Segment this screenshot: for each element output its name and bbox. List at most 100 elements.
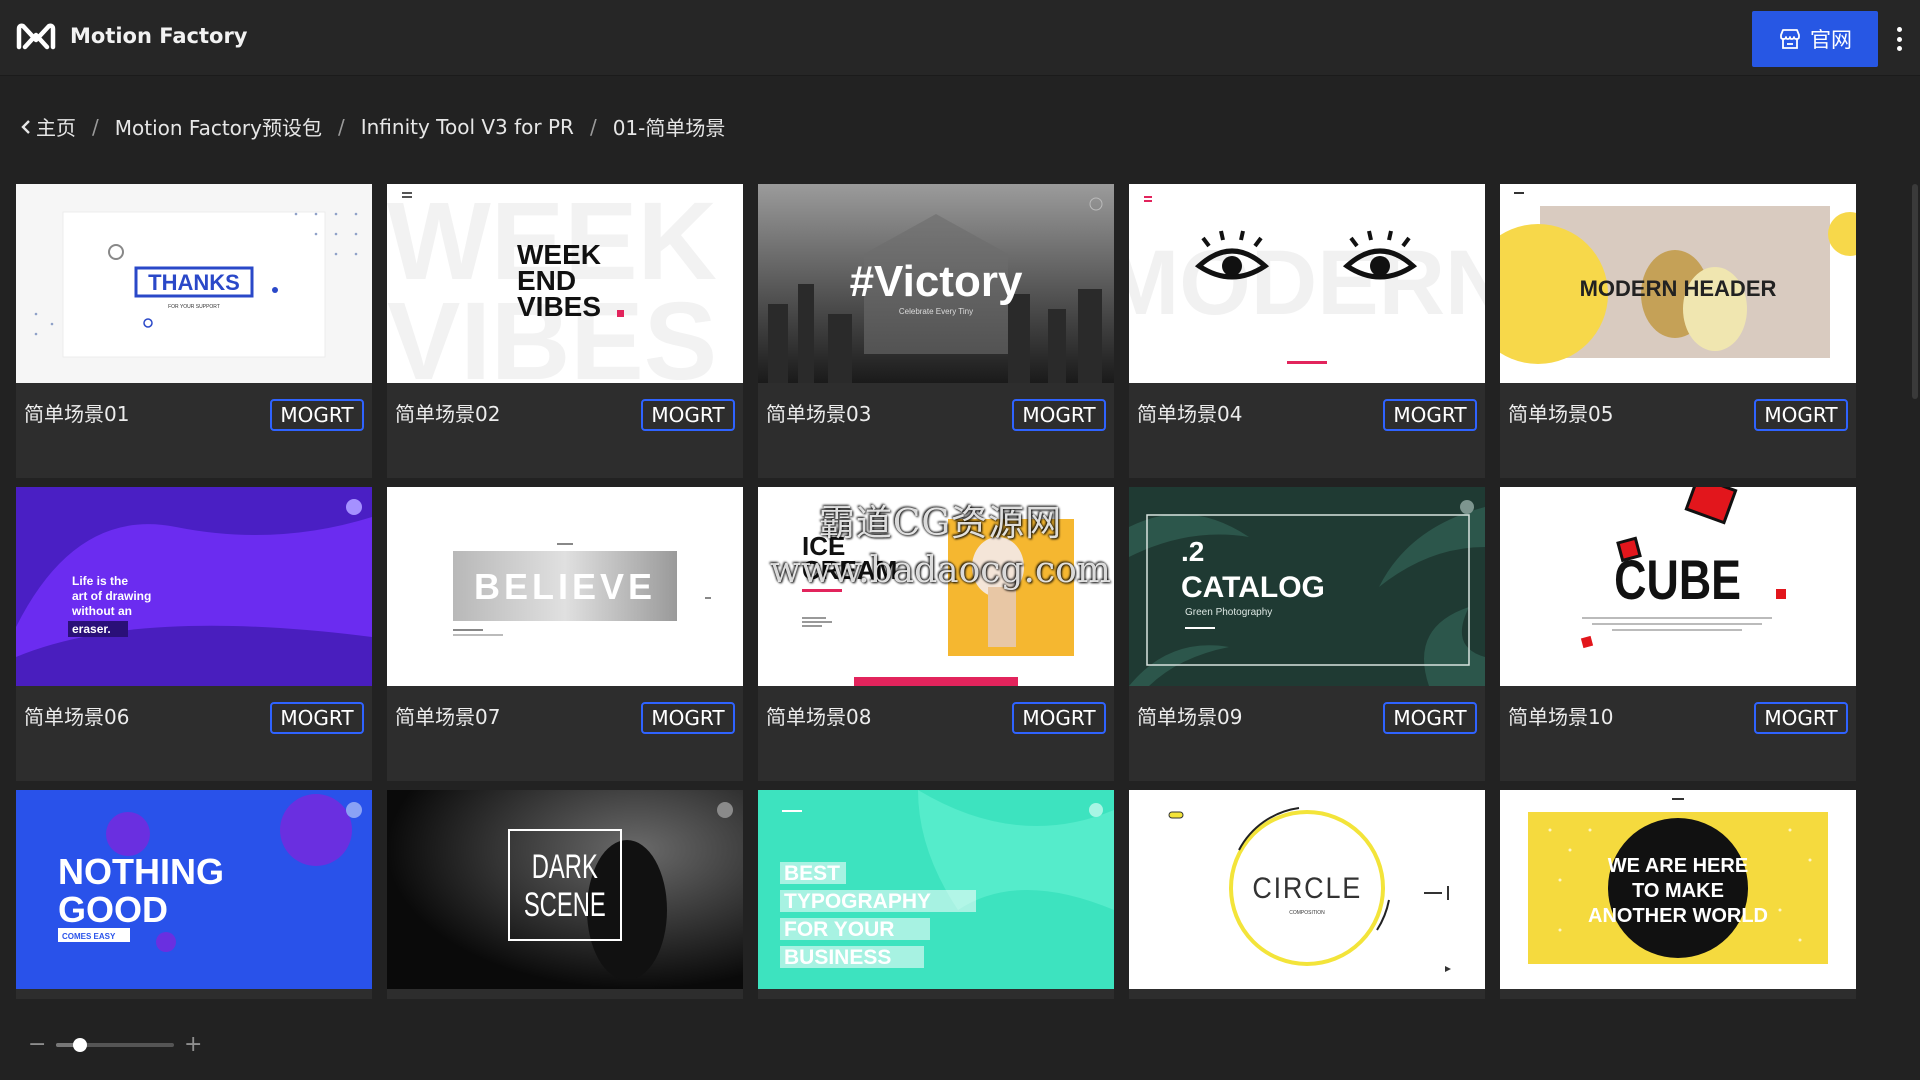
template-card[interactable]: WE ARE HERE TO MAKE ANOTHER WORLD bbox=[1500, 790, 1856, 999]
svg-text:CIRCLE: CIRCLE bbox=[1252, 872, 1362, 906]
zoom-in-button[interactable]: + bbox=[184, 1032, 202, 1057]
official-site-label: 官网 bbox=[1810, 28, 1852, 52]
breadcrumb-home[interactable]: 主页 bbox=[20, 112, 76, 141]
template-card[interactable]: DARK SCENE bbox=[387, 790, 743, 999]
svg-text:MODERN: MODERN bbox=[1129, 232, 1485, 334]
template-name: 简单场景10 bbox=[1508, 705, 1614, 729]
template-name: 简单场景06 bbox=[24, 705, 130, 729]
template-thumbnail: CUBE bbox=[1500, 487, 1856, 686]
template-grid: THANKS FOR YOUR SUPPORT 简单场景01 MOGRT WEE… bbox=[16, 184, 1858, 999]
template-name: 简单场景09 bbox=[1137, 705, 1243, 729]
zoom-control: − + bbox=[28, 1032, 202, 1057]
template-thumbnail: MODERN HEADER bbox=[1500, 184, 1856, 383]
breadcrumb: 主页 / Motion Factory预设包 / Infinity Tool V… bbox=[20, 112, 725, 141]
mogrt-badge[interactable]: MOGRT bbox=[270, 702, 364, 734]
breadcrumb-home-label: 主页 bbox=[36, 116, 76, 140]
template-card[interactable]: #Victory Celebrate Every Tiny 简单场景03 MOG… bbox=[758, 184, 1114, 478]
svg-text:COMES EASY: COMES EASY bbox=[62, 932, 116, 941]
zoom-out-button[interactable]: − bbox=[28, 1032, 46, 1057]
motion-factory-logo-icon bbox=[16, 23, 56, 50]
breadcrumb-separator: / bbox=[337, 114, 345, 139]
breadcrumb-item-current: 01-简单场景 bbox=[612, 116, 726, 140]
svg-text:.2: .2 bbox=[1181, 536, 1204, 567]
template-card[interactable]: BELIEVE 简单场景07 MOGRT bbox=[387, 487, 743, 781]
svg-text:#Victory: #Victory bbox=[850, 257, 1023, 306]
vertical-scrollbar[interactable] bbox=[1912, 184, 1918, 399]
template-thumbnail: BELIEVE bbox=[387, 487, 743, 686]
template-card[interactable]: CIRCLE COMPOSITION bbox=[1129, 790, 1485, 999]
mogrt-badge[interactable]: MOGRT bbox=[641, 702, 735, 734]
template-card[interactable]: MODERN 简单场景04 MOGRT bbox=[1129, 184, 1485, 478]
svg-text:NOTHING: NOTHING bbox=[58, 851, 224, 892]
svg-text:ANOTHER WORLD: ANOTHER WORLD bbox=[1588, 905, 1768, 927]
svg-text:TYPOGRAPHY: TYPOGRAPHY bbox=[784, 890, 931, 913]
breadcrumb-item-pack[interactable]: Motion Factory预设包 bbox=[115, 112, 322, 141]
svg-text:BEST: BEST bbox=[784, 862, 840, 885]
svg-text:DARK: DARK bbox=[532, 848, 598, 886]
svg-text:SCENE: SCENE bbox=[524, 886, 606, 924]
store-icon bbox=[1780, 29, 1800, 49]
template-name: 简单场景05 bbox=[1508, 402, 1614, 426]
svg-text:WE ARE HERE: WE ARE HERE bbox=[1608, 855, 1748, 877]
svg-text:CUBE: CUBE bbox=[1614, 548, 1741, 611]
template-thumbnail: WEEK VIBES WEEK END VIBES bbox=[387, 184, 743, 383]
svg-text:VIBES: VIBES bbox=[517, 291, 601, 322]
template-name: 简单场景07 bbox=[395, 705, 501, 729]
template-card[interactable]: WEEK VIBES WEEK END VIBES 简单场景02 MOGRT bbox=[387, 184, 743, 478]
mogrt-badge[interactable]: MOGRT bbox=[1383, 399, 1477, 431]
template-thumbnail: MODERN bbox=[1129, 184, 1485, 383]
svg-text:art of drawing: art of drawing bbox=[72, 589, 151, 603]
more-menu-button[interactable] bbox=[1890, 24, 1908, 54]
mogrt-badge[interactable]: MOGRT bbox=[270, 399, 364, 431]
template-name: 简单场景02 bbox=[395, 402, 501, 426]
app-title: Motion Factory bbox=[70, 24, 248, 48]
template-thumbnail: CIRCLE COMPOSITION bbox=[1129, 790, 1485, 989]
svg-text:eraser.: eraser. bbox=[72, 622, 111, 636]
svg-text:Life is the: Life is the bbox=[72, 574, 128, 588]
dot-icon bbox=[1896, 46, 1902, 51]
breadcrumb-separator: / bbox=[92, 114, 99, 139]
official-site-button[interactable]: 官网 bbox=[1752, 11, 1878, 67]
svg-text:CATALOG: CATALOG bbox=[1181, 571, 1325, 604]
template-card[interactable]: CUBE 简单场景10 MOGRT bbox=[1500, 487, 1856, 781]
svg-text:BUSINESS: BUSINESS bbox=[784, 946, 891, 969]
brand[interactable]: Motion Factory bbox=[16, 20, 248, 52]
template-thumbnail: THANKS FOR YOUR SUPPORT bbox=[16, 184, 372, 383]
mogrt-badge[interactable]: MOGRT bbox=[641, 399, 735, 431]
template-thumbnail: BEST TYPOGRAPHY FOR YOUR BUSINESS bbox=[758, 790, 1114, 989]
template-thumbnail: ICE CREAM bbox=[758, 487, 1114, 686]
mogrt-badge[interactable]: MOGRT bbox=[1012, 399, 1106, 431]
template-thumbnail: WE ARE HERE TO MAKE ANOTHER WORLD bbox=[1500, 790, 1856, 989]
template-name: 简单场景01 bbox=[24, 402, 130, 426]
template-name: 简单场景08 bbox=[766, 705, 872, 729]
svg-text:without an: without an bbox=[71, 604, 132, 618]
svg-text:COMPOSITION: COMPOSITION bbox=[1289, 910, 1325, 916]
svg-text:THANKS: THANKS bbox=[148, 270, 240, 295]
zoom-slider-handle[interactable] bbox=[72, 1037, 87, 1052]
zoom-slider[interactable] bbox=[56, 1037, 174, 1052]
template-thumbnail: #Victory Celebrate Every Tiny bbox=[758, 184, 1114, 383]
mogrt-badge[interactable]: MOGRT bbox=[1383, 702, 1477, 734]
mogrt-badge[interactable]: MOGRT bbox=[1754, 399, 1848, 431]
mogrt-badge[interactable]: MOGRT bbox=[1754, 702, 1848, 734]
breadcrumb-separator: / bbox=[589, 114, 597, 139]
svg-text:GOOD: GOOD bbox=[58, 889, 168, 930]
mogrt-badge[interactable]: MOGRT bbox=[1012, 702, 1106, 734]
template-card[interactable]: MODERN HEADER 简单场景05 MOGRT bbox=[1500, 184, 1856, 478]
svg-text:FOR YOUR SUPPORT: FOR YOUR SUPPORT bbox=[168, 304, 220, 310]
template-card[interactable]: NOTHING GOOD COMES EASY bbox=[16, 790, 372, 999]
template-card[interactable]: BEST TYPOGRAPHY FOR YOUR BUSINESS bbox=[758, 790, 1114, 999]
template-card[interactable]: ICE CREAM 简单场景08 MOGRT bbox=[758, 487, 1114, 781]
template-card[interactable]: THANKS FOR YOUR SUPPORT 简单场景01 MOGRT bbox=[16, 184, 372, 478]
template-thumbnail: NOTHING GOOD COMES EASY bbox=[16, 790, 372, 989]
svg-text:FOR YOUR: FOR YOUR bbox=[784, 918, 894, 941]
svg-text:TO MAKE: TO MAKE bbox=[1632, 880, 1724, 902]
svg-text:MODERN HEADER: MODERN HEADER bbox=[1580, 276, 1777, 301]
template-card[interactable]: .2 CATALOG Green Photography 简单场景09 MOGR… bbox=[1129, 487, 1485, 781]
svg-text:BELIEVE: BELIEVE bbox=[474, 566, 656, 607]
template-card[interactable]: Life is the art of drawing without an er… bbox=[16, 487, 372, 781]
template-thumbnail: Life is the art of drawing without an er… bbox=[16, 487, 372, 686]
template-thumbnail: .2 CATALOG Green Photography bbox=[1129, 487, 1485, 686]
breadcrumb-item-tool[interactable]: Infinity Tool V3 for PR bbox=[361, 115, 574, 139]
dot-icon bbox=[1896, 36, 1902, 42]
